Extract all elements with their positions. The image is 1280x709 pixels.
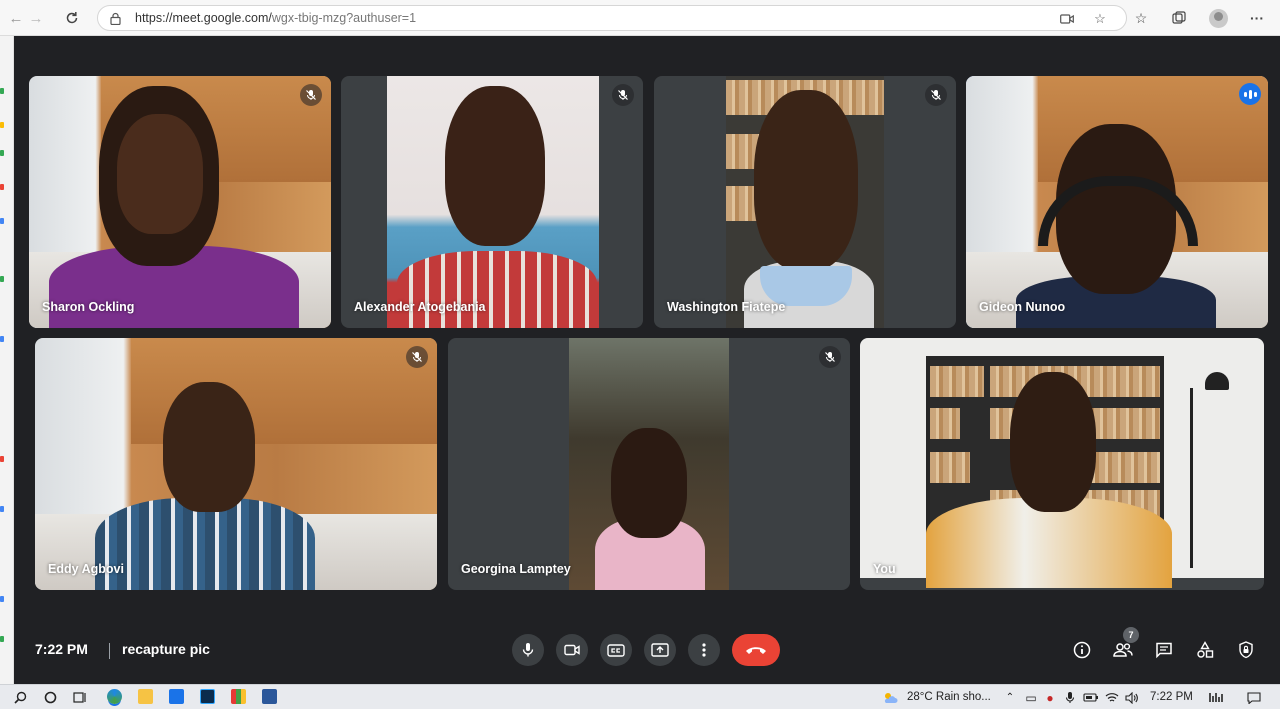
mic-tray-icon[interactable] [1062,690,1078,705]
volume-icon[interactable] [1124,690,1140,705]
shield-lock-icon [1239,641,1253,659]
background-window-edge [0,36,14,684]
participant-name: You [873,562,896,576]
chevron-up-icon[interactable]: ⌃ [1002,690,1018,705]
mic-off-icon [925,84,947,106]
captions-button[interactable] [600,634,632,666]
participant-name: Eddy Agbovi [48,562,124,576]
participant-tile-gideon[interactable]: Gideon Nunoo [966,76,1268,328]
mic-off-icon [819,346,841,368]
participant-tile-washington[interactable]: Washington Fiatepe [654,76,956,328]
participant-tile-self[interactable]: You [860,338,1264,590]
activities-icon [1197,641,1214,658]
camera-button[interactable] [556,634,588,666]
participant-video [35,338,437,590]
file-explorer-icon[interactable] [138,689,153,704]
participant-video [860,338,1264,588]
divider [109,643,110,659]
participant-video [387,76,599,328]
chat-button[interactable] [1152,638,1176,662]
profile-avatar[interactable] [1209,9,1228,28]
participant-name: Sharon Ockling [42,300,135,314]
people-icon [1113,643,1133,657]
app-icon[interactable] [231,689,246,704]
activities-button[interactable] [1193,638,1217,662]
camera-icon [564,644,580,656]
photoshop-icon[interactable] [200,689,215,704]
url-host: https://meet.google.com/ [135,11,272,25]
more-options-button[interactable] [688,634,720,666]
participant-name: Washington Fiatepe [667,300,786,314]
participant-video [569,338,729,590]
language-bar-icon[interactable] [1208,690,1224,705]
refresh-icon[interactable] [60,6,84,30]
meeting-controls-bar: 7:22 PM recapture pic 7 [15,616,1280,684]
url-path: wgx-tbig-mzg?authuser=1 [271,11,417,25]
windows-taskbar: 28°C Rain sho... ⌃ ▭ ● 7:22 PM [0,684,1280,709]
cortana-icon[interactable] [42,690,58,705]
captions-icon [607,643,625,657]
word-icon[interactable] [262,689,277,704]
speaking-indicator-icon [1239,83,1261,105]
weather-text[interactable]: 28°C Rain sho... [907,691,991,703]
edge-browser-icon[interactable] [107,689,122,704]
mic-off-icon [612,84,634,106]
participant-name: Alexander Atogebania [354,300,486,314]
favorite-star-icon[interactable]: ☆ [1091,11,1109,27]
lock-icon [110,12,121,25]
participant-name: Gideon Nunoo [979,300,1066,314]
participant-tile-georgina[interactable]: Georgina Lamptey [448,338,850,590]
participant-video [29,76,331,328]
participant-tile-sharon[interactable]: Sharon Ockling [29,76,331,328]
microphone-icon [522,643,534,657]
system-clock[interactable]: 7:22 PM [1150,691,1193,703]
task-view-icon[interactable] [72,690,88,705]
present-screen-button[interactable] [644,634,676,666]
participant-video [966,76,1268,328]
meeting-stage: Sharon Ockling Alexander Atogebania Wash… [15,36,1280,684]
participant-tile-alexander[interactable]: Alexander Atogebania [341,76,643,328]
search-icon[interactable] [12,690,28,705]
participant-count-badge: 7 [1123,627,1139,643]
favorites-icon[interactable]: ☆ [1131,8,1151,28]
mic-off-icon [300,84,322,106]
participant-name: Georgina Lamptey [461,562,571,576]
mic-off-icon [406,346,428,368]
tray-app-icon[interactable]: ▭ [1023,690,1039,705]
address-bar[interactable]: https://meet.google.com/wgx-tbig-mzg?aut… [97,5,1127,31]
wifi-icon[interactable] [1104,690,1120,705]
notifications-icon[interactable] [1246,690,1262,705]
browser-toolbar: ← → https://meet.google.com/wgx-tbig-mzg… [0,0,1280,36]
microphone-button[interactable] [512,634,544,666]
weather-icon[interactable] [882,690,898,705]
url-text: https://meet.google.com/wgx-tbig-mzg?aut… [135,11,416,25]
present-icon [651,643,669,657]
meeting-title: recapture pic [122,641,210,657]
info-icon [1073,641,1091,659]
more-vert-icon [702,643,706,657]
mail-icon[interactable] [169,689,184,704]
more-menu-icon[interactable]: ··· [1247,8,1267,28]
battery-icon[interactable] [1083,690,1099,705]
hang-up-icon [746,647,766,654]
antivirus-icon[interactable]: ● [1042,690,1058,705]
participant-video [726,76,884,328]
chat-icon [1156,642,1172,658]
camera-permission-icon[interactable] [1058,11,1076,27]
forward-icon[interactable]: → [24,6,48,30]
meeting-details-button[interactable] [1070,638,1094,662]
meeting-time: 7:22 PM [35,641,88,657]
host-controls-button[interactable] [1234,638,1258,662]
leave-call-button[interactable] [732,634,780,666]
participant-tile-eddy[interactable]: Eddy Agbovi [35,338,437,590]
collections-icon[interactable] [1169,8,1189,28]
